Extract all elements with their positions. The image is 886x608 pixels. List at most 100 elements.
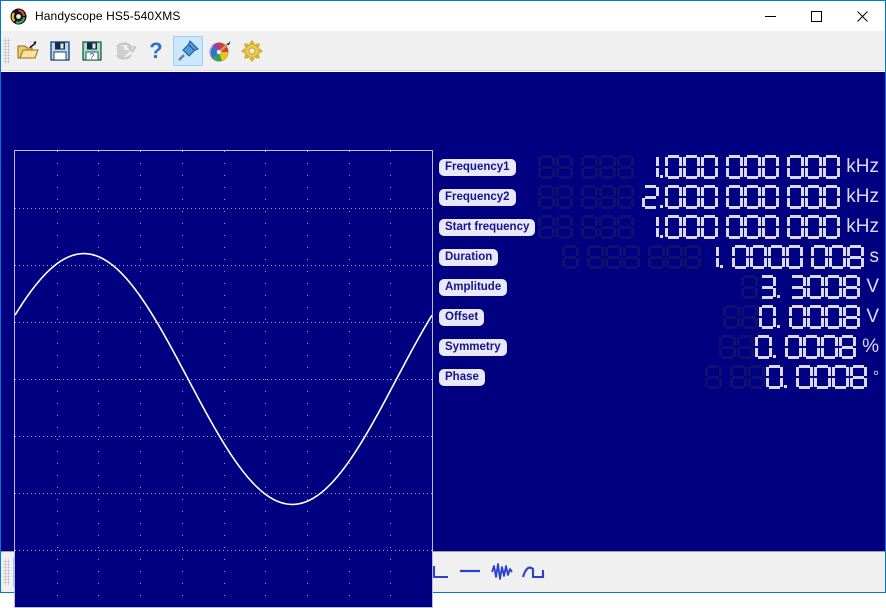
bottom-toolbar-grip[interactable] (3, 559, 10, 585)
seven-segment-digit (538, 215, 555, 239)
seven-segment-digit (768, 245, 785, 269)
seven-segment-digit (796, 365, 813, 389)
seven-segment-digit (665, 215, 682, 239)
seven-segment-digit (843, 275, 860, 299)
open-file-icon[interactable] (13, 36, 43, 66)
save-as-icon[interactable]: ? (77, 36, 107, 66)
seven-segment-digit (726, 155, 743, 179)
parameter-label[interactable]: Start frequency (439, 219, 535, 236)
parameter-value[interactable]: kHz (538, 152, 879, 182)
readout-row: Offset V (439, 302, 879, 332)
pin-icon[interactable] (173, 36, 203, 66)
seven-segment-digit (617, 215, 634, 239)
svg-text:?: ? (149, 39, 162, 63)
seven-segment-digit (850, 365, 867, 389)
palette-icon[interactable] (205, 36, 235, 66)
seven-segment-digit (787, 215, 804, 239)
seven-segment-digit (748, 365, 765, 389)
parameter-label[interactable]: Amplitude (439, 279, 507, 296)
parameter-value[interactable]: kHz (538, 182, 879, 212)
seven-segment-digit (762, 185, 779, 209)
seven-segment-digit (823, 185, 840, 209)
seven-segment-digit (666, 245, 683, 269)
minimize-button[interactable] (747, 1, 793, 31)
seven-segment-digit (719, 335, 736, 359)
toolbar-grip[interactable] (3, 38, 10, 64)
unit-label: ° (873, 365, 879, 389)
seven-segment-digit (642, 215, 659, 239)
parameter-value[interactable]: kHz (538, 212, 879, 242)
seven-segment-digit (648, 245, 665, 269)
seven-segment-digit (741, 275, 758, 299)
seven-segment-digit (744, 185, 761, 209)
seven-segment-digit (562, 245, 579, 269)
seven-segment-digit (683, 155, 700, 179)
parameter-value[interactable]: % (719, 332, 879, 362)
parameter-value[interactable]: ° (705, 362, 879, 392)
seven-segment-digit (737, 335, 754, 359)
refresh-icon[interactable] (109, 36, 139, 66)
seven-segment-digit (701, 215, 718, 239)
readout-row: Phase ° (439, 362, 879, 392)
seven-segment-digit (684, 245, 701, 269)
seven-segment-digit (789, 275, 806, 299)
noise-button[interactable] (487, 557, 517, 587)
arbitrary-wave-button[interactable] (519, 557, 549, 587)
readout-row: Start frequency kHz (439, 212, 879, 242)
waveform-plot (15, 151, 432, 607)
seven-segment-digit (665, 155, 682, 179)
seven-segment-digit (807, 275, 824, 299)
parameter-label[interactable]: Frequency2 (439, 189, 516, 206)
parameter-value[interactable]: V (723, 302, 879, 332)
seven-segment-digit (814, 365, 831, 389)
close-button[interactable] (839, 1, 885, 31)
seven-segment-digit (599, 185, 616, 209)
help-icon[interactable]: ? (141, 36, 171, 66)
unit-label: kHz (846, 215, 879, 239)
parameter-label[interactable]: Offset (439, 309, 484, 326)
seven-segment-digit (759, 275, 776, 299)
parameter-label[interactable]: Frequency1 (439, 159, 516, 176)
window-title: Handyscope HS5-540XMS (35, 9, 747, 23)
seven-segment-digit (803, 335, 820, 359)
unit-label: kHz (846, 185, 879, 209)
seven-segment-digit (556, 155, 573, 179)
parameter-value[interactable]: V (741, 272, 879, 302)
gear-icon[interactable] (237, 36, 267, 66)
maximize-button[interactable] (793, 1, 839, 31)
svg-text:?: ? (90, 52, 95, 61)
seven-segment-digit (726, 215, 743, 239)
dc-level-button[interactable] (455, 557, 485, 587)
unit-label: V (866, 275, 879, 299)
unit-label: % (862, 335, 879, 359)
decimal-point (773, 335, 778, 359)
seven-segment-digit (642, 155, 659, 179)
seven-segment-digit (701, 185, 718, 209)
parameter-value[interactable]: s (562, 242, 880, 272)
seven-segment-digit (587, 245, 604, 269)
parameter-label[interactable]: Symmetry (439, 339, 507, 356)
save-file-icon[interactable] (45, 36, 75, 66)
parameter-label[interactable]: Duration (439, 249, 498, 266)
parameter-readout: Frequency1kHzFrequency2kHzStart frequenc… (439, 152, 879, 392)
seven-segment-digit (823, 155, 840, 179)
seven-segment-digit (732, 245, 749, 269)
seven-segment-digit (807, 305, 824, 329)
seven-segment-digit (811, 245, 828, 269)
unit-label: kHz (846, 155, 879, 179)
seven-segment-digit (750, 245, 767, 269)
seven-segment-digit (723, 305, 740, 329)
application-window: Handyscope HS5-540XMS (0, 0, 886, 593)
seven-segment-digit (581, 155, 598, 179)
parameter-label[interactable]: Phase (439, 369, 485, 386)
seven-segment-digit (741, 305, 758, 329)
seven-segment-digit (805, 185, 822, 209)
decimal-point (777, 275, 782, 299)
decimal-point (784, 365, 789, 389)
seven-segment-digit (581, 215, 598, 239)
seven-segment-digit (825, 275, 842, 299)
readout-row: Frequency2 kHz (439, 182, 879, 212)
readout-row: Frequency1 kHz (439, 152, 879, 182)
seven-segment-digit (538, 155, 555, 179)
signal-preview[interactable] (14, 150, 433, 608)
